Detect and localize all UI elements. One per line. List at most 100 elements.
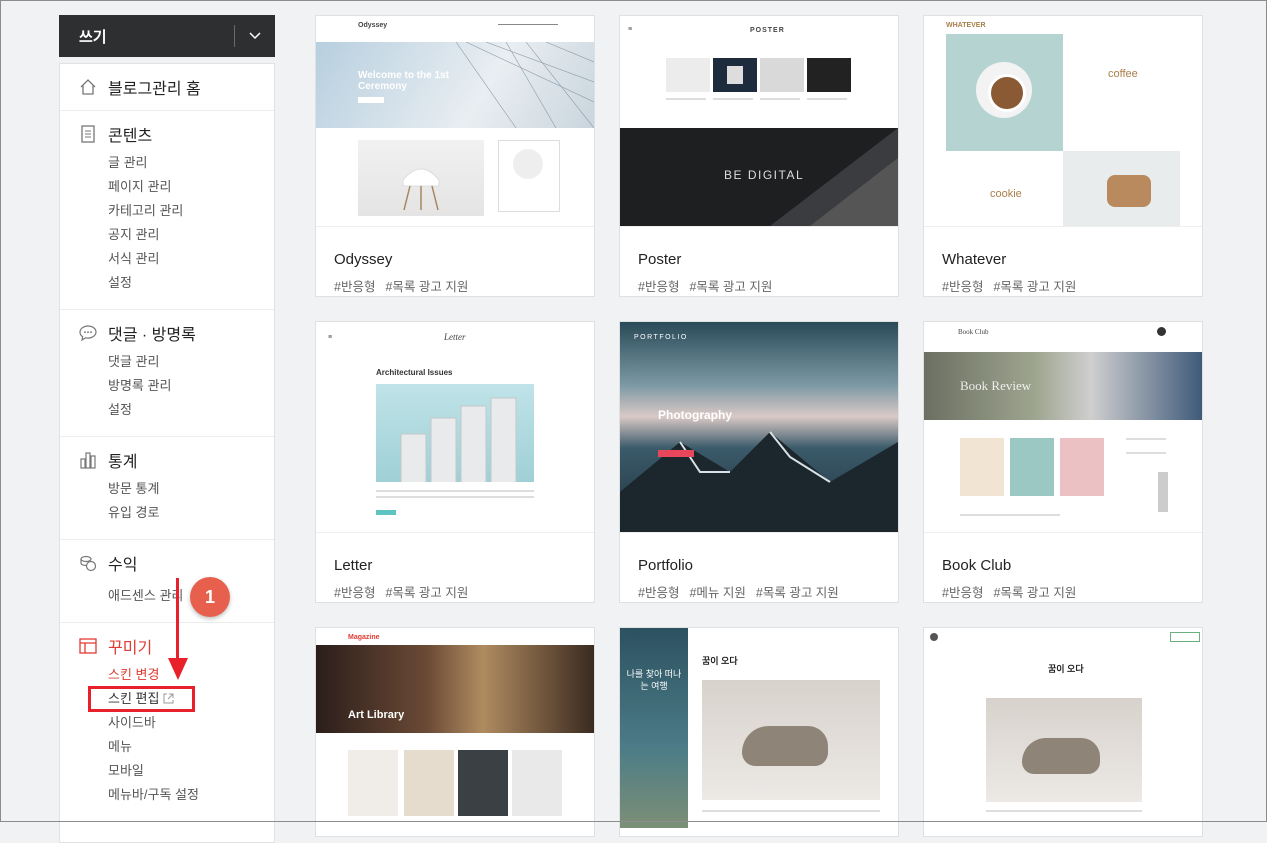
sidebar-item-skin-edit[interactable]: 스킨 편집 xyxy=(60,686,274,712)
magazine-thumb-4 xyxy=(512,750,562,816)
travel-cat-image xyxy=(702,680,880,800)
sidebar-item-adsense[interactable]: 애드센스 관리 xyxy=(60,584,274,608)
sidebar-item-sidebar[interactable]: 사이드바 xyxy=(60,711,274,735)
bookclub-side-2 xyxy=(1126,452,1166,454)
poster-thumb-3 xyxy=(760,58,804,92)
write-label: 쓰기 xyxy=(79,28,107,46)
skin-card-whatever[interactable]: WHATEVER coffee cookie Whatever #반응형 #목록 … xyxy=(923,15,1203,297)
bookclub-side-thumbs xyxy=(1158,472,1168,512)
sidebar-item-menubar-settings[interactable]: 메뉴바/구독 설정 xyxy=(60,783,274,807)
tag-responsive: #반응형 xyxy=(942,280,984,294)
letter-heading: Architectural Issues xyxy=(376,368,453,377)
skin-card-travel[interactable]: 나를 찾아 떠나는 여행 꿈이 오다 xyxy=(619,627,899,837)
skin-thumb-magazine: Magazine Art Library xyxy=(316,628,594,828)
sidebar-home-title: 블로그관리 홈 xyxy=(108,81,201,98)
skin-card-dream[interactable]: 꿈이 오다 xyxy=(923,627,1203,837)
letter-text-2 xyxy=(376,496,534,498)
sidebar-section-stats: 통계 방문 통계 유입 경로 xyxy=(60,437,274,540)
sidebar-item-contents-settings[interactable]: 설정 xyxy=(60,271,274,295)
skin-name-whatever: Whatever xyxy=(942,251,1007,268)
sidebar-item-mobile[interactable]: 모바일 xyxy=(60,759,274,783)
odyssey-hero: Welcome to the 1st Ceremony xyxy=(316,42,594,128)
sidebar-item-home[interactable]: 블로그관리 홈 xyxy=(60,76,274,98)
whatever-logo: WHATEVER xyxy=(946,22,986,29)
sidebar-item-comments[interactable]: 댓글 · 방명록 xyxy=(60,322,274,344)
skin-name-bookclub: Book Club xyxy=(942,557,1012,574)
whatever-word-2: cookie xyxy=(990,188,1022,200)
letter-logo: Letter xyxy=(444,332,466,342)
skin-tags-poster: #반응형 #목록 광고 지원 xyxy=(638,276,898,295)
sidebar-item-decorate[interactable]: 꾸미기 xyxy=(60,635,274,657)
letter-button xyxy=(376,510,396,515)
sidebar-section-decorate: 꾸미기 스킨 변경 스킨 편집 사이드바 메뉴 모바일 메뉴바/구독 설정 xyxy=(60,623,274,821)
write-button[interactable]: 쓰기 xyxy=(59,15,275,57)
skin-card-letter[interactable]: ≡ Letter Architectural Issues Letter #반응… xyxy=(315,321,595,603)
sidebar-comments-title: 댓글 · 방명록 xyxy=(108,327,196,344)
annotation-arrow-head xyxy=(168,658,188,680)
portfolio-hero-text: Photography xyxy=(658,408,732,422)
tag-list-ad: #목록 광고 지원 xyxy=(993,280,1077,294)
avatar xyxy=(930,633,938,641)
skin-card-portfolio[interactable]: PORTFOLIO Photography Portfolio #반응형 #메뉴 … xyxy=(619,321,899,603)
sidebar-section-comments: 댓글 · 방명록 댓글 관리 방명록 관리 설정 xyxy=(60,310,274,437)
stats-submenu: 방문 통계 유입 경로 xyxy=(60,477,274,525)
sidebar-item-templates[interactable]: 서식 관리 xyxy=(60,247,274,271)
skin-name-portfolio: Portfolio xyxy=(638,557,694,574)
comments-submenu: 댓글 관리 방명록 관리 설정 xyxy=(60,350,274,422)
bookclub-side-1 xyxy=(1126,438,1166,440)
magazine-hero-text: Art Library xyxy=(348,709,405,721)
travel-text xyxy=(702,810,880,812)
magazine-thumb-2 xyxy=(404,750,454,816)
revenue-submenu: 애드센스 관리 xyxy=(60,584,274,608)
chevron-down-icon[interactable] xyxy=(235,32,275,40)
tag-list-ad: #목록 광고 지원 xyxy=(755,586,839,600)
travel-heading: 꿈이 오다 xyxy=(702,656,738,666)
sidebar-item-guestbook-manage[interactable]: 방명록 관리 xyxy=(60,374,274,398)
sidebar-item-comment-manage[interactable]: 댓글 관리 xyxy=(60,350,274,374)
tag-list-ad: #목록 광고 지원 xyxy=(993,586,1077,600)
sidebar-item-revenue[interactable]: 수익 xyxy=(60,552,274,574)
home-icon xyxy=(78,77,98,97)
tag-responsive: #반응형 xyxy=(638,586,680,600)
sidebar-item-posts[interactable]: 글 관리 xyxy=(60,151,274,175)
tag-responsive: #반응형 xyxy=(638,280,680,294)
odyssey-chair-image xyxy=(358,140,484,216)
sidebar-item-referrers[interactable]: 유입 경로 xyxy=(60,501,274,525)
skin-card-magazine[interactable]: Magazine Art Library xyxy=(315,627,595,837)
poster-thumb-4 xyxy=(807,58,851,92)
tag-responsive: #반응형 xyxy=(334,586,376,600)
sidebar-item-skin-change[interactable]: 스킨 변경 xyxy=(60,663,274,687)
odyssey-hero-button xyxy=(358,97,384,103)
whatever-cookie-image xyxy=(1063,151,1180,226)
bookclub-book-3 xyxy=(1060,438,1104,496)
bar-chart-icon xyxy=(78,450,98,470)
sidebar-item-stats[interactable]: 통계 xyxy=(60,449,274,471)
sidebar-item-contents[interactable]: 콘텐츠 xyxy=(60,123,274,145)
tag-responsive: #반응형 xyxy=(334,280,376,294)
tag-list-ad: #목록 광고 지원 xyxy=(385,280,469,294)
sidebar-item-visit-stats[interactable]: 방문 통계 xyxy=(60,477,274,501)
skin-tags-whatever: #반응형 #목록 광고 지원 xyxy=(942,276,1202,295)
skin-tags-letter: #반응형 #목록 광고 지원 xyxy=(334,582,594,601)
document-icon xyxy=(78,124,98,144)
sidebar-item-pages[interactable]: 페이지 관리 xyxy=(60,175,274,199)
skin-tags-odyssey: #반응형 #목록 광고 지원 xyxy=(334,276,594,295)
poster-caption-4 xyxy=(807,98,847,100)
magazine-logo: Magazine xyxy=(348,634,380,641)
skin-thumb-letter: ≡ Letter Architectural Issues xyxy=(316,322,594,533)
skin-card-bookclub[interactable]: Book Club Book Review Book Club #반응형 #목록 … xyxy=(923,321,1203,603)
sidebar-item-menu[interactable]: 메뉴 xyxy=(60,735,274,759)
skin-thumb-dream: 꿈이 오다 xyxy=(924,628,1202,828)
sidebar: 블로그관리 홈 콘텐츠 글 관리 페이지 관리 카테고리 관리 공지 관리 서식… xyxy=(59,63,275,843)
sidebar-item-categories[interactable]: 카테고리 관리 xyxy=(60,199,274,223)
poster-logo: POSTER xyxy=(750,27,785,34)
sidebar-item-comments-settings[interactable]: 설정 xyxy=(60,398,274,422)
sidebar-item-notices[interactable]: 공지 관리 xyxy=(60,223,274,247)
bookclub-hero-text: Book Review xyxy=(960,378,1032,393)
poster-caption-3 xyxy=(760,98,800,100)
skin-name-poster: Poster xyxy=(638,251,682,268)
skin-card-odyssey[interactable]: Odyssey Welcome to the 1st Ceremony Odys… xyxy=(315,15,595,297)
skin-tags-bookclub: #반응형 #목록 광고 지원 xyxy=(942,582,1202,601)
coins-icon xyxy=(78,553,98,573)
skin-card-poster[interactable]: ≡ POSTER BE DIGITAL Poster #반응형 #목록 광고 지원 xyxy=(619,15,899,297)
